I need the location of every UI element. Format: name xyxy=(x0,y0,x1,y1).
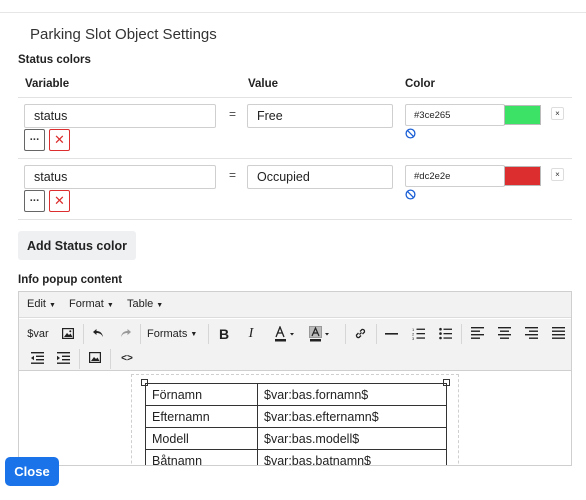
top-divider xyxy=(0,12,586,13)
value-input[interactable]: Free xyxy=(247,104,393,128)
background-color-icon[interactable] xyxy=(309,326,333,342)
clear-color-icon[interactable] xyxy=(405,189,416,200)
table-row[interactable]: Modell $var:bas.modell$ xyxy=(145,427,447,450)
dialog-title: Parking Slot Object Settings xyxy=(30,26,217,43)
horizontal-rule-icon[interactable] xyxy=(385,333,398,335)
color-swatch[interactable] xyxy=(504,166,541,186)
italic-button[interactable]: I xyxy=(244,324,258,344)
insert-variable-button[interactable]: $var xyxy=(25,325,51,343)
redo-icon[interactable] xyxy=(120,328,132,338)
color-hex-input[interactable]: #dc2e2e xyxy=(405,165,505,187)
close-button[interactable]: Close xyxy=(5,457,59,486)
rich-text-editor[interactable]: Edit ▼ Format ▼ Table ▼ $var Formats ▼ B I xyxy=(18,291,572,466)
text-color-icon[interactable] xyxy=(274,326,298,342)
editor-content[interactable]: Förnamn $var:bas.fornamn$ Efternamn $var:ba… xyxy=(19,372,571,465)
media-icon[interactable] xyxy=(89,352,101,363)
table-cell-label[interactable]: Modell xyxy=(145,427,258,450)
source-code-icon[interactable]: <> xyxy=(119,349,135,367)
table-cell-label[interactable]: Förnamn xyxy=(145,383,258,406)
menu-table[interactable]: Table ▼ xyxy=(127,298,163,310)
info-popup-heading: Info popup content xyxy=(18,274,123,286)
editor-toolbar: $var Formats ▼ B I 1 2 3 <> xyxy=(19,319,571,371)
delete-row-button[interactable]: ✕ xyxy=(49,190,70,212)
remove-row-button[interactable]: × xyxy=(551,168,564,181)
color-swatch[interactable] xyxy=(504,105,541,125)
toolbar-separator xyxy=(79,349,80,369)
value-input[interactable]: Occupied xyxy=(247,165,393,189)
row-divider xyxy=(18,158,572,159)
svg-text:3: 3 xyxy=(412,336,415,340)
row-divider xyxy=(18,219,572,220)
table-cell-label[interactable]: Efternamn xyxy=(145,405,258,428)
toolbar-separator xyxy=(461,324,462,344)
equals-sign: = xyxy=(229,107,237,121)
bullet-list-icon[interactable] xyxy=(439,327,452,340)
table-cell-variable[interactable]: $var:bas.modell$ xyxy=(257,427,447,450)
remove-row-button[interactable]: × xyxy=(551,107,564,120)
table-row[interactable]: Förnamn $var:bas.fornamn$ xyxy=(145,383,447,406)
column-header-variable: Variable xyxy=(25,78,70,90)
numbered-list-icon[interactable]: 1 2 3 xyxy=(412,327,425,340)
table-row[interactable]: Båtnamn $var:bas.batnamn$ xyxy=(145,449,447,465)
menu-edit[interactable]: Edit ▼ xyxy=(27,298,56,310)
more-options-button[interactable]: ··· xyxy=(24,190,45,212)
editor-menubar: Edit ▼ Format ▼ Table ▼ xyxy=(19,292,571,318)
status-colors-heading: Status colors xyxy=(18,54,91,66)
align-right-icon[interactable] xyxy=(525,327,538,339)
align-left-icon[interactable] xyxy=(471,327,484,339)
link-icon[interactable] xyxy=(354,327,367,340)
table-cell-variable[interactable]: $var:bas.batnamn$ xyxy=(257,449,447,465)
formats-dropdown[interactable]: Formats ▼ xyxy=(147,325,197,343)
menu-format[interactable]: Format ▼ xyxy=(69,298,114,310)
bold-button[interactable]: B xyxy=(217,324,231,344)
add-status-color-button[interactable]: Add Status color xyxy=(18,231,136,260)
toolbar-separator xyxy=(110,349,111,369)
toolbar-separator xyxy=(140,324,141,344)
toolbar-separator xyxy=(83,324,84,344)
toolbar-separator xyxy=(208,324,209,344)
clear-color-icon[interactable] xyxy=(405,128,416,139)
image-icon[interactable] xyxy=(62,328,74,339)
toolbar-separator xyxy=(345,324,346,344)
table-cell-label[interactable]: Båtnamn xyxy=(145,449,258,465)
indent-icon[interactable] xyxy=(57,352,70,364)
outdent-icon[interactable] xyxy=(31,352,44,364)
variable-input[interactable]: status xyxy=(24,165,216,189)
table-cell-variable[interactable]: $var:bas.efternamn$ xyxy=(257,405,447,428)
content-table[interactable]: Förnamn $var:bas.fornamn$ Efternamn $var:ba… xyxy=(145,383,447,465)
column-header-value: Value xyxy=(248,78,279,90)
header-divider xyxy=(18,97,572,98)
align-center-icon[interactable] xyxy=(498,327,511,339)
variable-input[interactable]: status xyxy=(24,104,216,128)
delete-row-button[interactable]: ✕ xyxy=(49,129,70,151)
table-cell-variable[interactable]: $var:bas.fornamn$ xyxy=(257,383,447,406)
table-row[interactable]: Efternamn $var:bas.efternamn$ xyxy=(145,405,447,428)
column-header-color: Color xyxy=(405,78,436,90)
color-hex-input[interactable]: #3ce265 xyxy=(405,104,505,126)
undo-icon[interactable] xyxy=(92,328,104,338)
equals-sign: = xyxy=(229,168,237,182)
align-justify-icon[interactable] xyxy=(552,327,565,339)
toolbar-separator xyxy=(376,324,377,344)
more-options-button[interactable]: ··· xyxy=(24,129,45,151)
